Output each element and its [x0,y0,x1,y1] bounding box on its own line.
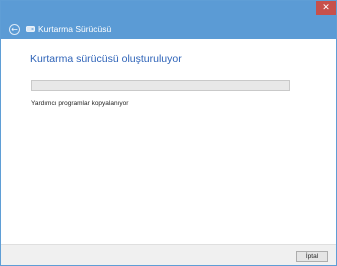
back-button[interactable]: ← [9,24,20,35]
status-text: Yardımcı programlar kopyalanıyor [31,100,129,107]
cancel-button[interactable]: İptal [296,251,328,262]
window-title: Kurtarma Sürücüsü [38,24,112,34]
recovery-drive-window: ✕ ← Kurtarma Sürücüsü Kurtarma sürücüsü … [0,0,337,266]
drive-icon [26,26,35,32]
footer-bar: İptal [1,244,336,265]
close-button[interactable]: ✕ [316,1,336,15]
progress-bar [31,80,290,91]
page-heading: Kurtarma sürücüsü oluşturuluyor [30,53,182,65]
back-arrow-icon: ← [11,25,18,34]
title-bar: ✕ ← Kurtarma Sürücüsü [1,1,336,39]
close-icon: ✕ [322,3,330,13]
